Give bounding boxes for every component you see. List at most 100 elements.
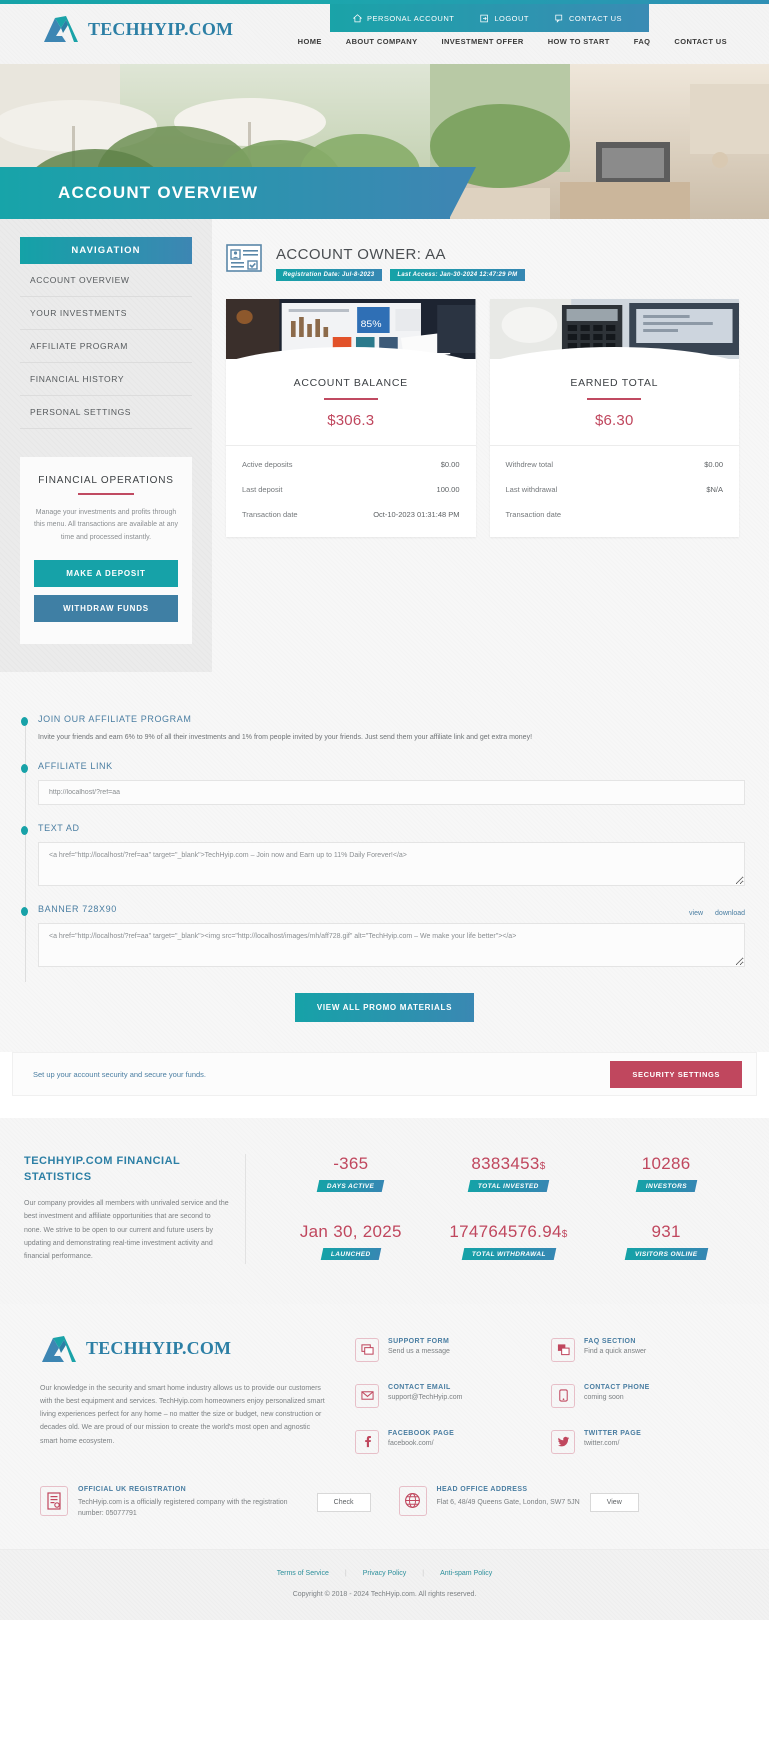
- footer-top: TECHHYIP.COM Our knowledge in the securi…: [40, 1334, 729, 1454]
- text-ad-textarea[interactable]: <a href="http://localhost/?ref=aa" targe…: [38, 842, 745, 887]
- footer-bottom: Terms of Service | Privacy Policy | Anti…: [0, 1548, 769, 1620]
- status-badge: DAYS ACTIVE: [316, 1180, 385, 1193]
- home-icon: [353, 13, 362, 22]
- affiliate-link-input[interactable]: [38, 780, 745, 806]
- chat-icon: [555, 14, 563, 23]
- footer-link-twitter-page[interactable]: TWITTER PAGE twitter.com/: [551, 1429, 729, 1454]
- statistics-grid: -365 DAYS ACTIVE 8383453$ TOTAL INVESTED…: [245, 1154, 745, 1264]
- footer-brand: TECHHYIP.COM Our knowledge in the securi…: [40, 1334, 325, 1454]
- sidebar-heading: NAVIGATION: [20, 237, 192, 264]
- affiliate-join-label: JOIN OUR AFFILIATE PROGRAM: [38, 713, 192, 724]
- status-badge: TOTAL INVESTED: [467, 1180, 550, 1193]
- view-promo-materials-button[interactable]: VIEW ALL PROMO MATERIALS: [294, 993, 475, 1023]
- sidebar-item-personal-settings-label[interactable]: PERSONAL SETTINGS: [20, 396, 192, 428]
- main-nav-home[interactable]: HOME: [286, 37, 334, 46]
- footer-logo-text: TECHHYIP.COM: [86, 1338, 232, 1359]
- stat-label: TOTAL INVESTED: [478, 1182, 539, 1190]
- legal-privacy-policy[interactable]: Privacy Policy: [347, 1570, 423, 1577]
- statistics-description: Our company provides all members with un…: [24, 1200, 229, 1261]
- main-nav-faq[interactable]: FAQ: [622, 37, 663, 46]
- row-label: Transaction date: [505, 510, 562, 519]
- nav-logout[interactable]: LOGOUT: [467, 14, 542, 23]
- security-settings-button[interactable]: SECURITY SETTINGS: [610, 1060, 742, 1088]
- row-label: Active deposits: [242, 460, 293, 469]
- sidebar-nav-list: ACCOUNT OVERVIEW YOUR INVESTMENTS AFFILI…: [20, 264, 192, 429]
- stat-currency: $: [561, 1228, 568, 1240]
- footer-about-text: Our knowledge in the security and smart …: [40, 1384, 325, 1445]
- head-office-block: HEAD OFFICE ADDRESS Flat 6, 48/49 Queens…: [398, 1485, 730, 1519]
- sidebar-item-financial-history-label[interactable]: FINANCIAL HISTORY: [20, 363, 192, 395]
- footer-link-title: TWITTER PAGE: [584, 1429, 642, 1437]
- main-nav-contact-us[interactable]: CONTACT US: [662, 37, 739, 46]
- footer-link-text: FACEBOOK PAGE facebook.com/: [388, 1430, 454, 1447]
- earned-total-card-photo: [489, 299, 739, 359]
- withdraw-funds-button[interactable]: WITHDRAW FUNDS: [34, 594, 178, 622]
- table-row: Active deposits $0.00: [242, 452, 460, 477]
- row-label: Last deposit: [242, 485, 283, 494]
- official-registration-block: OFFICIAL UK REGISTRATION TechHyip.com is…: [40, 1485, 371, 1519]
- footer-link-contact-phone[interactable]: CONTACT PHONE coming soon: [551, 1383, 729, 1408]
- statistics-heading: TECHHYIP.COM FINANCIAL STATISTICS: [24, 1155, 181, 1183]
- row-value: 100.00: [436, 485, 460, 494]
- banner-textarea[interactable]: <a href="http://localhost/?ref=aa" targe…: [38, 923, 745, 968]
- stat-number: 931: [651, 1221, 681, 1241]
- site-logo[interactable]: TECHHYIP.COM: [42, 14, 233, 44]
- security-bar: Set up your account security and secure …: [12, 1052, 757, 1097]
- main-nav-about-company[interactable]: ABOUT COMPANY: [334, 37, 430, 46]
- footer-link-title: FACEBOOK PAGE: [388, 1429, 455, 1437]
- stat-number: 8383453: [471, 1154, 540, 1174]
- sidebar-item-account-overview[interactable]: ACCOUNT OVERVIEW: [20, 264, 192, 297]
- footer-link-support-form[interactable]: SUPPORT FORM Send us a message: [355, 1337, 533, 1362]
- account-balance-rows: Active deposits $0.00 Last deposit 100.0…: [226, 445, 476, 537]
- row-value: Oct-10-2023 01:31:48 PM: [373, 510, 460, 519]
- legal-terms-of-service[interactable]: Terms of Service: [261, 1570, 345, 1577]
- make-deposit-button[interactable]: MAKE A DEPOSIT: [34, 559, 178, 587]
- head-office-text: HEAD OFFICE ADDRESS Flat 6, 48/49 Queens…: [437, 1486, 580, 1508]
- footer-link-title: FAQ SECTION: [584, 1337, 636, 1345]
- sidebar-item-your-investments-label[interactable]: YOUR INVESTMENTS: [20, 297, 192, 329]
- footer-link-text: CONTACT EMAIL support@TechHyip.com: [388, 1384, 462, 1401]
- footer-logo[interactable]: TECHHYIP.COM: [40, 1334, 325, 1364]
- bullet-dot-icon: [20, 716, 28, 726]
- page-root: TECHHYIP.COM PERSONAL ACCOUNT LOGOUT CON…: [0, 0, 769, 1620]
- row-label: Withdrew total: [505, 460, 554, 469]
- sidebar-item-account-overview-label[interactable]: ACCOUNT OVERVIEW: [20, 264, 192, 296]
- banner-view-link[interactable]: view: [689, 910, 703, 917]
- content-area: NAVIGATION ACCOUNT OVERVIEW YOUR INVESTM…: [0, 219, 769, 692]
- security-text: Set up your account security and secure …: [33, 1069, 207, 1079]
- stat-label: DAYS ACTIVE: [327, 1182, 375, 1190]
- stat-launched: Jan 30, 2025 LAUNCHED: [272, 1222, 430, 1264]
- footer-link-text: CONTACT PHONE coming soon: [584, 1384, 650, 1401]
- sidebar-item-personal-settings[interactable]: PERSONAL SETTINGS: [20, 396, 192, 429]
- sidebar-item-affiliate-program[interactable]: AFFILIATE PROGRAM: [20, 330, 192, 363]
- legal-anti-spam-policy[interactable]: Anti-spam Policy: [424, 1570, 508, 1577]
- sidebar-item-financial-history[interactable]: FINANCIAL HISTORY: [20, 363, 192, 396]
- account-balance-card-photo: 85%: [226, 299, 476, 359]
- sidebar-item-your-investments[interactable]: YOUR INVESTMENTS: [20, 297, 192, 330]
- row-label: Last withdrawal: [505, 485, 558, 494]
- nav-contact-us[interactable]: CONTACT US: [542, 14, 635, 23]
- nav-personal-account[interactable]: PERSONAL ACCOUNT: [340, 14, 467, 23]
- view-address-button[interactable]: View: [589, 1492, 639, 1512]
- footer-link-contact-email[interactable]: CONTACT EMAIL support@TechHyip.com: [355, 1383, 533, 1408]
- bullet-dot-icon: [20, 907, 28, 917]
- banner-download-link[interactable]: download: [715, 910, 745, 917]
- stat-investors: 10286 INVESTORS: [587, 1154, 745, 1196]
- registration-date-badge: Registration Date: Jul-8-2023: [276, 269, 383, 281]
- main-nav-how-to-start[interactable]: HOW TO START: [536, 37, 622, 46]
- check-registration-button[interactable]: Check: [316, 1492, 371, 1512]
- banner-head-row: BANNER 728X90 view download: [38, 904, 745, 923]
- earned-total-rows: Withdrew total $0.00 Last withdrawal $N/…: [489, 445, 739, 537]
- main-nav-investment-offer[interactable]: INVESTMENT OFFER: [429, 37, 535, 46]
- footer-link-facebook-page[interactable]: FACEBOOK PAGE facebook.com/: [355, 1429, 533, 1454]
- footer-link-faq-section[interactable]: FAQ SECTION Find a quick answer: [551, 1337, 729, 1362]
- affiliate-join-description: Invite your friends and earn 6% to 9% of…: [38, 733, 533, 741]
- promo-button-wrap: VIEW ALL PROMO MATERIALS: [24, 993, 745, 1023]
- status-badge: VISITORS ONLINE: [624, 1247, 708, 1260]
- sidebar-item-affiliate-program-label[interactable]: AFFILIATE PROGRAM: [20, 330, 192, 362]
- footer-link-sub: facebook.com/: [388, 1439, 434, 1447]
- stat-total-invested: 8383453$ TOTAL INVESTED: [430, 1154, 588, 1196]
- account-nav: PERSONAL ACCOUNT LOGOUT CONTACT US: [330, 4, 650, 32]
- account-badges: Registration Date: Jul-8-2023 Last Acces…: [276, 269, 526, 281]
- footer-link-title: CONTACT EMAIL: [388, 1383, 451, 1391]
